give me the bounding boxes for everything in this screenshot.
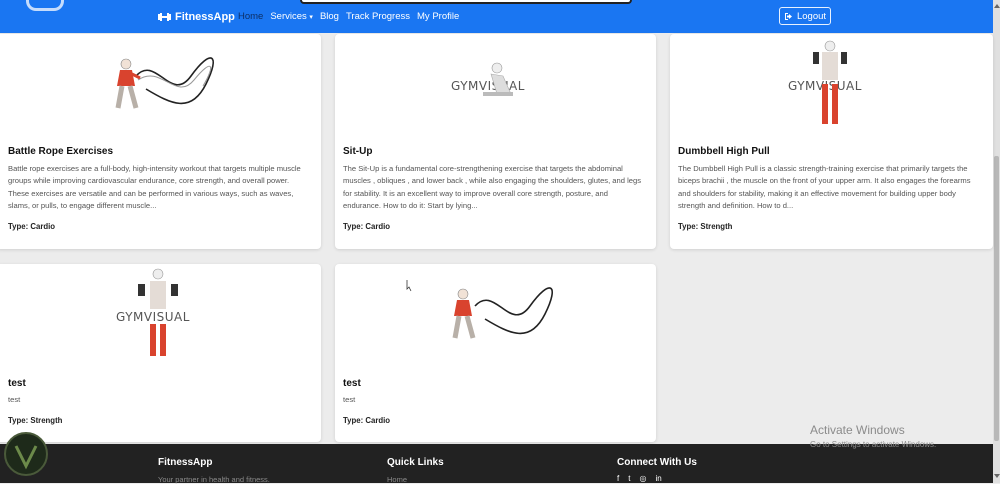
nav-link-services-label: Services	[270, 11, 307, 22]
logout-icon	[784, 12, 792, 20]
exercise-card[interactable]: GYMVISUAL test test Type: Strength	[0, 264, 321, 442]
battle-rope-illustration	[115, 57, 215, 109]
instagram-icon[interactable]: ◎	[639, 474, 646, 483]
footer-connect-title: Connect With Us	[617, 457, 697, 468]
dumbbell-high-pull-illustration: GYMVISUAL	[788, 40, 861, 124]
card-type: Type: Cardio	[343, 222, 391, 231]
card-description: test	[8, 395, 21, 404]
activate-windows-subtitle: Go to Settings to activate Windows.	[810, 440, 937, 449]
top-navbar: FitnessApp Home Services ▾ Blog Track Pr…	[0, 0, 993, 33]
twitter-icon[interactable]: t	[628, 474, 630, 483]
card-title: Battle Rope Exercises	[8, 146, 114, 157]
battle-rope-illustration	[406, 280, 554, 339]
recorder-logo-icon	[4, 432, 48, 476]
logout-button[interactable]: Logout	[779, 7, 831, 25]
exercise-card[interactable]: GYMVISUAL Dumbbell High Pull The Dumbbel…	[670, 34, 993, 249]
exercise-card[interactable]: GYMVISUAL Sit-Up The Sit-Up is a fundame…	[335, 34, 656, 249]
gymvisual-watermark: GYMVISUAL	[116, 310, 190, 324]
ghost-logo-icon	[26, 0, 64, 11]
logout-label: Logout	[796, 10, 827, 22]
exercise-card[interactable]: Battle Rope Exercises Battle rope exerci…	[0, 34, 321, 249]
scroll-up-arrow-icon[interactable]	[994, 4, 1000, 8]
gymvisual-watermark: GYMVISUAL	[451, 79, 525, 93]
scrollbar-thumb[interactable]	[994, 156, 999, 441]
card-title: test	[8, 378, 26, 389]
nav-link-track-progress[interactable]: Track Progress	[346, 11, 410, 22]
facebook-icon[interactable]: f	[617, 474, 619, 483]
mouse-cursor-icon	[406, 280, 412, 292]
footer-quick-links-title: Quick Links	[387, 457, 444, 468]
nav-link-my-profile[interactable]: My Profile	[417, 11, 459, 22]
page-footer: FitnessApp Your partner in health and fi…	[0, 444, 993, 484]
exercise-card[interactable]: test test Type: Cardio	[335, 264, 656, 442]
card-title: Dumbbell High Pull	[678, 146, 770, 157]
card-title: Sit-Up	[343, 146, 373, 157]
card-title: test	[343, 378, 361, 389]
card-description: The Dumbbell High Pull is a classic stre…	[678, 164, 971, 211]
sit-up-illustration: GYMVISUAL	[451, 62, 525, 96]
activate-windows-title: Activate Windows	[810, 423, 905, 437]
linkedin-icon[interactable]: in	[655, 474, 661, 483]
card-type: Type: Strength	[678, 222, 733, 231]
card-description: test	[343, 395, 356, 404]
dumbbell-icon	[158, 13, 171, 21]
card-description: The Sit-Up is a fundamental core-strengt…	[343, 164, 642, 211]
brand-label: FitnessApp	[175, 11, 235, 23]
nav-links: Home Services ▾ Blog Track Progress My P…	[238, 11, 466, 22]
dumbbell-illustration: GYMVISUAL	[116, 268, 190, 356]
card-description: Battle rope exercises are a full-body, h…	[8, 164, 301, 211]
card-type: Type: Cardio	[8, 222, 56, 231]
card-type: Type: Strength	[8, 416, 63, 425]
navbar-brand[interactable]: FitnessApp	[158, 10, 235, 24]
footer-brand: FitnessApp	[158, 457, 213, 468]
nav-link-blog[interactable]: Blog	[320, 11, 339, 22]
chevron-down-icon: ▾	[309, 14, 313, 21]
social-links: f t ◎ in	[617, 474, 662, 483]
nav-link-home[interactable]: Home	[238, 11, 263, 22]
scroll-down-arrow-icon[interactable]	[994, 474, 1000, 478]
card-type: Type: Cardio	[343, 416, 391, 425]
window-edge	[300, 0, 632, 4]
nav-link-services[interactable]: Services ▾	[270, 11, 313, 22]
